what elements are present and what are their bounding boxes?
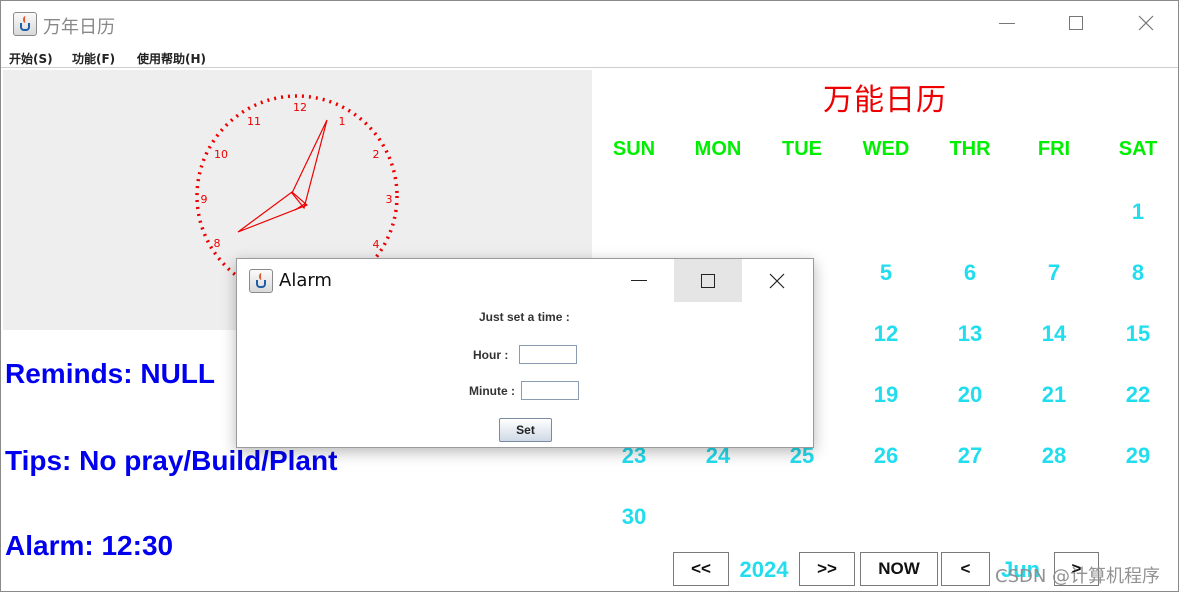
calendar-title: 万能日历 — [823, 83, 947, 118]
day-cell[interactable]: 20 — [928, 382, 1012, 408]
alarm-title: Alarm — [279, 270, 332, 291]
window-title: 万年日历 — [43, 17, 115, 38]
prev-year-button[interactable]: << — [673, 552, 729, 586]
tips-text: Tips: No pray/Build/Plant — [5, 445, 338, 476]
clock-number-12: 12 — [293, 101, 307, 114]
day-cell[interactable]: 1 — [1096, 199, 1179, 225]
menubar: 开始(S) 功能(F) 使用帮助(H) — [1, 46, 1178, 68]
clock-number-3: 3 — [386, 193, 393, 206]
set-button[interactable]: Set — [499, 418, 552, 442]
clock-number-1: 1 — [339, 115, 346, 128]
day-cell[interactable]: 6 — [928, 260, 1012, 286]
menu-start[interactable]: 开始(S) — [9, 50, 53, 67]
close-icon — [1138, 15, 1154, 31]
day-cell[interactable]: 13 — [928, 321, 1012, 347]
alarm-titlebar[interactable]: Alarm — [237, 259, 813, 303]
clock-number-4: 4 — [373, 238, 380, 251]
alarm-text: Alarm: 12:30 — [5, 530, 174, 561]
weekday-sun: SUN — [612, 138, 656, 160]
clock-number-8: 8 — [214, 237, 221, 250]
clock-number-2: 2 — [373, 148, 380, 161]
year-label: 2024 — [739, 557, 789, 582]
minute-input[interactable] — [521, 381, 579, 400]
maximize-button[interactable] — [1041, 1, 1111, 45]
day-cell[interactable]: 30 — [592, 504, 676, 530]
alarm-dialog: Alarm Just set a time : Hour : Minute : … — [236, 258, 814, 448]
weekday-fri: FRI — [1037, 138, 1071, 160]
menu-function[interactable]: 功能(F) — [72, 50, 115, 67]
day-cell[interactable]: 27 — [928, 443, 1012, 469]
menu-help[interactable]: 使用帮助(H) — [137, 50, 206, 67]
day-cell[interactable]: 19 — [844, 382, 928, 408]
alarm-prompt: Just set a time : — [479, 310, 570, 324]
day-cell[interactable]: 29 — [1096, 443, 1179, 469]
java-cup-icon — [13, 12, 37, 36]
now-button[interactable]: NOW — [860, 552, 938, 586]
main-titlebar[interactable]: 万年日历 — [1, 1, 1178, 45]
maximize-icon — [701, 273, 715, 288]
prev-month-button[interactable]: < — [941, 552, 990, 586]
day-cell[interactable]: 12 — [844, 321, 928, 347]
close-button[interactable] — [1111, 1, 1179, 45]
close-icon — [769, 273, 785, 288]
clock-number-10: 10 — [214, 148, 228, 161]
day-cell[interactable]: 5 — [844, 260, 928, 286]
day-cell[interactable]: 22 — [1096, 382, 1179, 408]
reminds-text: Reminds: NULL — [5, 358, 215, 389]
day-cell[interactable]: 28 — [1012, 443, 1096, 469]
clock-number-9: 9 — [201, 193, 208, 206]
minimize-icon — [631, 280, 647, 281]
day-cell[interactable]: 26 — [844, 443, 928, 469]
csdn-watermark: CSDN @计算机程序 — [995, 566, 1161, 587]
day-cell[interactable]: 8 — [1096, 260, 1179, 286]
minute-label: Minute : — [469, 384, 515, 398]
hour-label: Hour : — [473, 348, 509, 362]
minimize-icon — [999, 22, 1015, 24]
clock-number-11: 11 — [247, 115, 261, 128]
weekday-wed: WED — [862, 138, 910, 160]
next-year-button[interactable]: >> — [799, 552, 855, 586]
hour-input[interactable] — [519, 345, 577, 364]
day-cell[interactable]: 14 — [1012, 321, 1096, 347]
alarm-maximize-button[interactable] — [674, 259, 742, 302]
java-cup-icon — [249, 269, 273, 293]
alarm-close-button[interactable] — [743, 259, 811, 302]
day-cell[interactable]: 7 — [1012, 260, 1096, 286]
weekday-sat: SAT — [1118, 138, 1158, 160]
clock-hour-hand — [291, 119, 328, 210]
day-cell[interactable]: 21 — [1012, 382, 1096, 408]
day-cell[interactable]: 15 — [1096, 321, 1179, 347]
weekday-tue: TUE — [782, 138, 822, 160]
minimize-button[interactable] — [972, 1, 1042, 45]
maximize-icon — [1069, 16, 1083, 30]
weekday-thr: THR — [949, 138, 991, 160]
weekday-mon: MON — [694, 138, 742, 160]
alarm-minimize-button[interactable] — [605, 259, 673, 302]
